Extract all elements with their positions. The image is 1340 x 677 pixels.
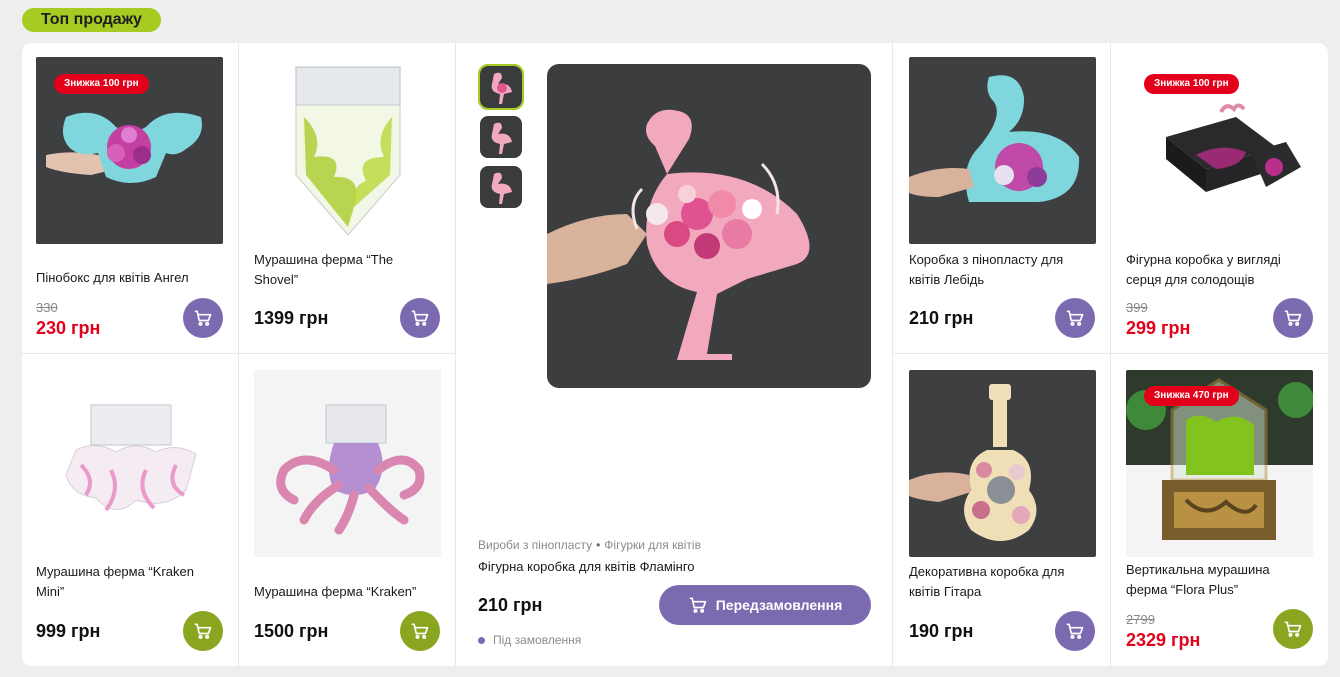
ant-farm-kraken-mini-image [36, 370, 223, 557]
flamingo-thumbnail-image [480, 116, 522, 158]
product-name[interactable]: Мурашина ферма “The Shovel” [254, 250, 434, 290]
featured-product-price: 210 грн [478, 595, 543, 615]
preorder-label: Передзамовлення [715, 597, 843, 613]
section-title: Топ продажу [22, 8, 161, 32]
add-to-cart-button[interactable] [183, 611, 223, 651]
product-name[interactable]: Коробка з пінопласту для квітів Лебідь [909, 250, 1089, 290]
flamingo-box-image [547, 64, 871, 388]
gallery-thumbnail[interactable] [480, 166, 522, 208]
product-price: 1500 грн [254, 621, 329, 641]
cart-icon [1284, 621, 1302, 637]
product-price: 190 грн [909, 621, 974, 641]
product-image[interactable] [254, 370, 441, 557]
product-image[interactable] [36, 370, 223, 557]
product-name[interactable]: Пінобокс для квітів Ангел [36, 268, 216, 288]
featured-product-image[interactable] [547, 64, 871, 388]
cart-icon [411, 623, 429, 639]
cart-icon [1066, 310, 1084, 326]
category-link[interactable]: Вироби з пінопласту [478, 538, 592, 552]
gallery-thumbnail[interactable] [478, 64, 524, 110]
top-sales-grid: Знижка 100 грн Пінобокс для квітів Ангел… [22, 43, 1328, 666]
cart-icon [1284, 310, 1302, 326]
add-to-cart-button[interactable] [400, 611, 440, 651]
old-price: 2799 [1126, 612, 1155, 627]
grid-divider [22, 353, 455, 354]
product-price: 1399 грн [254, 308, 329, 328]
featured-product-name[interactable]: Фігурна коробка для квітів Фламінго [478, 557, 858, 577]
flamingo-thumbnail-image [480, 166, 522, 208]
product-image[interactable] [254, 57, 441, 244]
preorder-button[interactable]: Передзамовлення [659, 585, 871, 625]
product-price: 2329 грн [1126, 630, 1201, 650]
add-to-cart-button[interactable] [1055, 611, 1095, 651]
ant-farm-shovel-image [254, 57, 441, 244]
cart-icon [411, 310, 429, 326]
product-price: 210 грн [909, 308, 974, 328]
ant-farm-kraken-image [254, 370, 441, 557]
product-price: 230 грн [36, 318, 101, 338]
availability-status: Під замовлення [478, 633, 581, 647]
flamingo-thumbnail-image [480, 66, 522, 108]
status-text: Під замовлення [493, 633, 582, 647]
add-to-cart-button[interactable] [1273, 609, 1313, 649]
discount-badge: Знижка 470 грн [1144, 386, 1239, 406]
add-to-cart-button[interactable] [1273, 298, 1313, 338]
product-name[interactable]: Фігурна коробка у вигляді серця для соло… [1126, 250, 1306, 290]
guitar-box-image [909, 370, 1096, 557]
grid-divider [892, 353, 1328, 354]
old-price: 399 [1126, 300, 1148, 315]
product-image[interactable] [909, 57, 1096, 244]
breadcrumb: Вироби з пінопласту • Фігурки для квітів [478, 538, 701, 552]
gallery-thumbnail[interactable] [480, 116, 522, 158]
cart-icon [194, 623, 212, 639]
product-image[interactable] [909, 370, 1096, 557]
product-name[interactable]: Декоративна коробка для квітів Гітара [909, 562, 1089, 602]
swan-box-image [909, 57, 1096, 244]
discount-badge: Знижка 100 грн [54, 74, 149, 94]
product-price: 299 грн [1126, 318, 1191, 338]
product-name[interactable]: Вертикальна мурашина ферма “Flora Plus” [1126, 560, 1306, 600]
product-price: 999 грн [36, 621, 101, 641]
grid-divider [892, 43, 893, 666]
add-to-cart-button[interactable] [1055, 298, 1095, 338]
cart-icon [194, 310, 212, 326]
old-price: 330 [36, 300, 58, 315]
grid-divider [1110, 43, 1111, 666]
grid-divider [455, 43, 456, 666]
discount-badge: Знижка 100 грн [1144, 74, 1239, 94]
cart-icon [689, 597, 707, 613]
category-link[interactable]: Фігурки для квітів [604, 538, 701, 552]
grid-divider [238, 43, 239, 666]
product-name[interactable]: Мурашина ферма “Kraken Mini” [36, 562, 216, 602]
add-to-cart-button[interactable] [400, 298, 440, 338]
cart-icon [1066, 623, 1084, 639]
add-to-cart-button[interactable] [183, 298, 223, 338]
product-name[interactable]: Мурашина ферма “Kraken” [254, 582, 434, 602]
status-dot [478, 636, 485, 644]
